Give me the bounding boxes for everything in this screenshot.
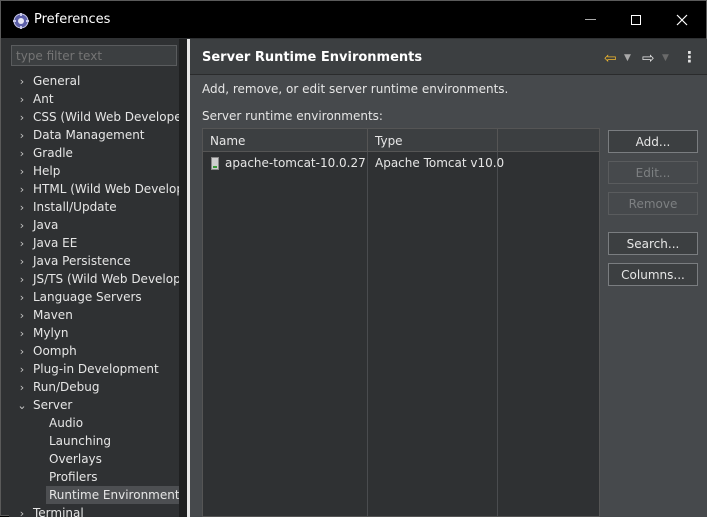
tree-item-html[interactable]: ›HTML (Wild Web Developer) [11, 180, 181, 198]
tree-item-java-persistence[interactable]: ›Java Persistence [11, 252, 131, 270]
tree-item-java[interactable]: ›Java [11, 216, 58, 234]
server-runtime-icon [211, 157, 219, 170]
column-divider [497, 152, 498, 516]
tree-item-plugin-development[interactable]: ›Plug-in Development [11, 360, 159, 378]
chevron-right-icon[interactable]: › [11, 111, 33, 124]
chevron-right-icon[interactable]: › [11, 381, 33, 394]
chevron-right-icon[interactable]: › [11, 165, 33, 178]
tree-item-maven[interactable]: ›Maven [11, 306, 73, 324]
column-header-name[interactable]: Name [203, 129, 368, 152]
columns-button[interactable]: Columns... [608, 263, 698, 286]
pane-shadow [179, 39, 187, 517]
tree-item-runtime-environments[interactable]: Runtime Environments [46, 486, 181, 504]
chevron-right-icon[interactable]: › [11, 147, 33, 160]
page-title: Server Runtime Environments [202, 50, 422, 65]
chevron-right-icon[interactable]: › [11, 219, 33, 232]
tree-item-js-ts[interactable]: ›JS/TS (Wild Web Developer) [11, 270, 181, 288]
maximize-icon [631, 15, 641, 25]
chevron-right-icon[interactable]: › [11, 93, 33, 106]
runtime-environments-table[interactable]: Name Type apache-tomcat-10.0.27 Apache T… [202, 128, 600, 517]
chevron-right-icon[interactable]: › [11, 327, 33, 340]
back-arrow-icon[interactable]: ⇦ [604, 49, 617, 67]
search-button[interactable]: Search... [608, 232, 698, 255]
chevron-right-icon[interactable]: › [11, 255, 33, 268]
chevron-right-icon[interactable]: › [11, 201, 33, 214]
page-description: Add, remove, or edit server runtime envi… [202, 82, 508, 96]
tree-item-oomph[interactable]: ›Oomph [11, 342, 77, 360]
table-cell-name: apache-tomcat-10.0.27 [211, 153, 366, 173]
table-header: Name Type [203, 129, 599, 152]
add-button[interactable]: Add... [608, 130, 698, 153]
chevron-right-icon[interactable]: › [11, 363, 33, 376]
preferences-window: Preferences ›General ›Ant ›CSS (Wild Web… [0, 0, 707, 516]
tree-item-profilers[interactable]: Profilers [49, 468, 98, 486]
forward-history-dropdown-icon[interactable]: ▼ [662, 53, 669, 63]
minimize-button[interactable] [567, 1, 613, 38]
minimize-icon [585, 19, 596, 20]
remove-button[interactable]: Remove [608, 192, 698, 215]
edit-button[interactable]: Edit... [608, 161, 698, 184]
tree-item-mylyn[interactable]: ›Mylyn [11, 324, 69, 342]
chevron-right-icon[interactable]: › [11, 129, 33, 142]
chevron-right-icon[interactable]: › [11, 507, 33, 517]
tree-item-audio[interactable]: Audio [49, 414, 83, 432]
close-icon [676, 14, 688, 26]
table-label: Server runtime environments: [202, 109, 383, 123]
tree-item-ant[interactable]: ›Ant [11, 90, 54, 108]
table-cell-type: Apache Tomcat v10.0 [375, 153, 504, 173]
tree-item-language-servers[interactable]: ›Language Servers [11, 288, 142, 306]
preferences-tree: ›General ›Ant ›CSS (Wild Web Developer) … [11, 72, 181, 517]
tree-item-overlays[interactable]: Overlays [49, 450, 102, 468]
filter-input[interactable] [11, 45, 177, 66]
view-menu-icon[interactable]: ⋮ [682, 48, 697, 66]
forward-arrow-icon[interactable]: ⇨ [642, 49, 655, 67]
title-bar: Preferences [1, 1, 706, 38]
column-divider [367, 152, 368, 516]
tree-item-general[interactable]: ›General [11, 72, 80, 90]
chevron-right-icon[interactable]: › [11, 309, 33, 322]
tree-item-server[interactable]: ⌄Server [11, 396, 72, 414]
tree-item-gradle[interactable]: ›Gradle [11, 144, 73, 162]
tree-item-data-management[interactable]: ›Data Management [11, 126, 145, 144]
chevron-right-icon[interactable]: › [11, 345, 33, 358]
chevron-down-icon[interactable]: ⌄ [11, 399, 33, 412]
chevron-right-icon[interactable]: › [11, 237, 33, 250]
preference-page: Server Runtime Environments ⇦ ▼ ⇨ ▼ ⋮ Ad… [190, 39, 707, 517]
preferences-nav-pane: ›General ›Ant ›CSS (Wild Web Developer) … [9, 39, 181, 517]
tree-item-launching[interactable]: Launching [49, 432, 111, 450]
tree-item-help[interactable]: ›Help [11, 162, 60, 180]
tree-item-css[interactable]: ›CSS (Wild Web Developer) [11, 108, 181, 126]
tree-item-terminal[interactable]: ›Terminal [11, 504, 84, 517]
chevron-right-icon[interactable]: › [11, 183, 33, 196]
chevron-right-icon[interactable]: › [11, 75, 33, 88]
close-button[interactable] [659, 1, 705, 38]
chevron-right-icon[interactable]: › [11, 273, 33, 286]
chevron-right-icon[interactable]: › [11, 291, 33, 304]
page-header: Server Runtime Environments ⇦ ▼ ⇨ ▼ ⋮ [190, 39, 707, 75]
window-title: Preferences [34, 12, 110, 27]
tree-item-java-ee[interactable]: ›Java EE [11, 234, 77, 252]
column-header-filler [498, 129, 599, 152]
tree-item-install-update[interactable]: ›Install/Update [11, 198, 117, 216]
preferences-app-icon [13, 13, 29, 29]
column-header-type[interactable]: Type [368, 129, 498, 152]
tree-item-run-debug[interactable]: ›Run/Debug [11, 378, 100, 396]
maximize-button[interactable] [613, 1, 659, 38]
back-history-dropdown-icon[interactable]: ▼ [624, 53, 631, 63]
table-row[interactable]: apache-tomcat-10.0.27 Apache Tomcat v10.… [203, 153, 599, 173]
